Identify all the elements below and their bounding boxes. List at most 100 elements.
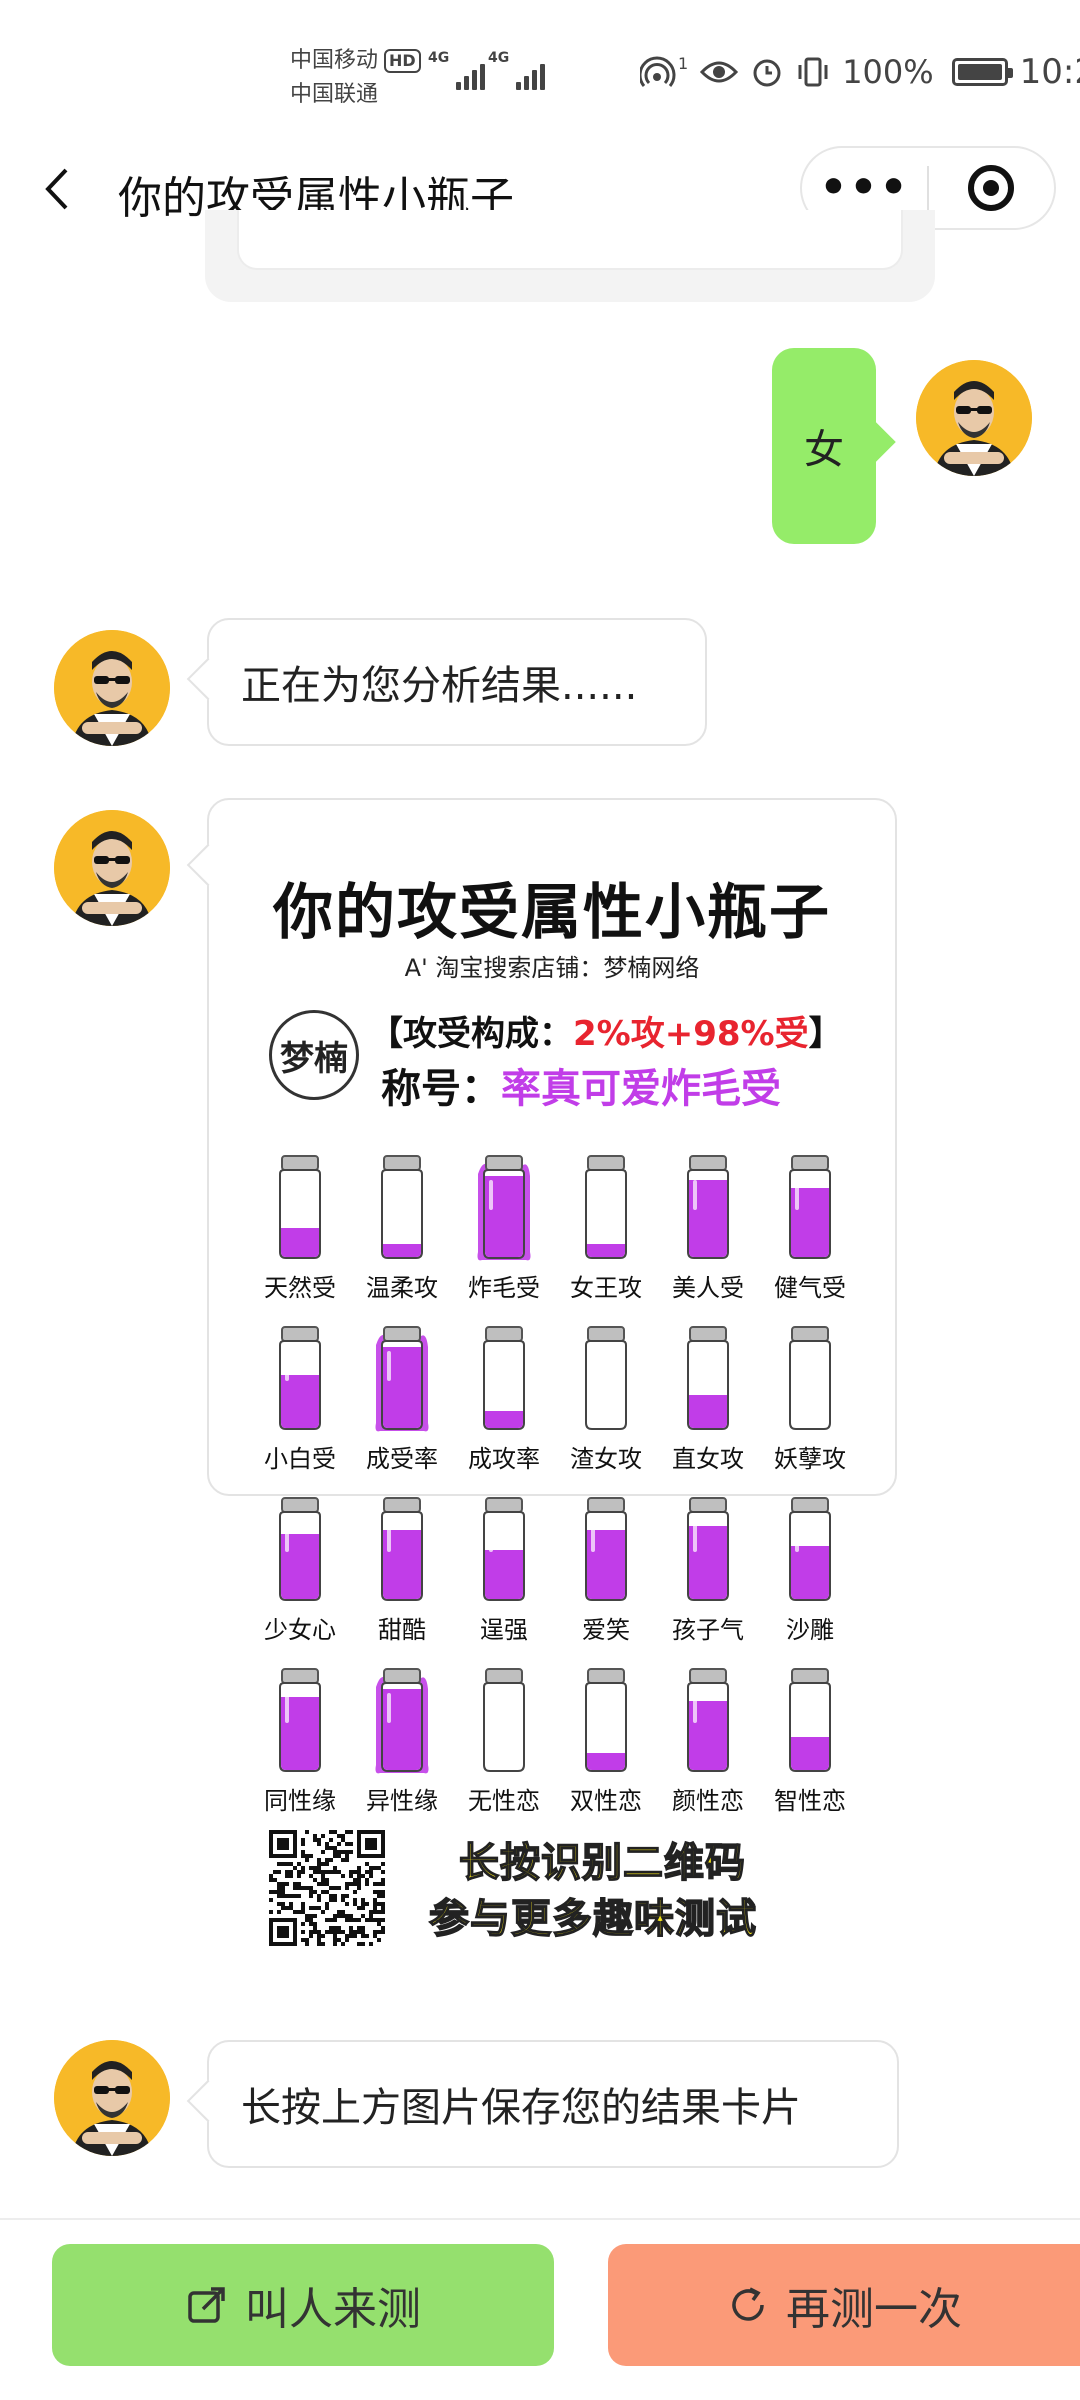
jar-label: 颜性恋 (672, 1787, 744, 1815)
bot-avatar[interactable] (54, 810, 170, 926)
jar-label: 甜酷 (378, 1616, 426, 1644)
jar-icon (279, 1668, 321, 1772)
more-dots-icon[interactable]: ••• (802, 166, 927, 210)
alarm-icon (753, 59, 781, 87)
jar-label: 双性恋 (570, 1787, 642, 1815)
composition-value: 2%攻+98%受 (573, 1014, 809, 1054)
jar-icon (789, 1668, 831, 1772)
jar-label: 健气受 (774, 1274, 846, 1302)
jar-label: 成受率 (366, 1445, 438, 1473)
refresh-icon (732, 2287, 764, 2321)
jar-item: 颜性恋 (657, 1665, 759, 1816)
bot-message-bubble: 正在为您分析结果...... (207, 618, 707, 746)
jar-item: 健气受 (759, 1152, 861, 1303)
jar-icon (789, 1155, 831, 1259)
jar-label: 逞强 (480, 1616, 528, 1644)
clock: 10:20 (1019, 52, 1080, 92)
jar-icon (585, 1155, 627, 1259)
jar-icon (381, 1497, 423, 1601)
jar-item: 爱笑 (555, 1494, 657, 1645)
bottom-divider (0, 2218, 1080, 2220)
bot-tip-bubble: 长按上方图片保存您的结果卡片 (207, 2040, 899, 2168)
jar-item: 成受率 (351, 1323, 453, 1474)
jar-item: 甜酷 (351, 1494, 453, 1645)
jar-icon (375, 1326, 429, 1432)
jar-label: 同性缘 (264, 1787, 336, 1815)
jar-icon (585, 1326, 627, 1430)
jar-icon (483, 1668, 525, 1772)
qr-code[interactable] (269, 1830, 385, 1946)
carrier-1: 中国移动 (290, 48, 379, 73)
jar-item: 无性恋 (453, 1665, 555, 1816)
jar-item: 天然受 (249, 1152, 351, 1303)
jar-icon (381, 1155, 423, 1259)
cta-line-2: 参与更多趣味测试 (428, 1895, 757, 1943)
nickname-line: 称号：率真可爱炸毛受 (381, 1066, 781, 1112)
user-message-text: 女 (804, 427, 844, 473)
jar-item: 异性缘 (351, 1665, 453, 1816)
battery-percent: 100% (842, 53, 934, 91)
signal-icon-2: 4G (488, 50, 545, 90)
battery-icon (951, 58, 1013, 86)
share-icon (188, 2287, 225, 2323)
share-button-label: 叫人来测 (245, 2284, 421, 2335)
hd-badge: HD (384, 49, 421, 73)
jar-item: 成攻率 (453, 1323, 555, 1474)
jar-item: 炸毛受 (453, 1152, 555, 1303)
cta-line-1: 长按识别二维码 (458, 1839, 746, 1887)
retry-button[interactable]: 再测一次 (608, 2244, 1080, 2366)
jar-label: 女王攻 (570, 1274, 642, 1302)
jar-label: 温柔攻 (366, 1274, 438, 1302)
hotspot-icon (640, 56, 676, 87)
jar-label: 直女攻 (672, 1445, 744, 1473)
jar-icon (483, 1497, 525, 1601)
jar-icon (477, 1155, 531, 1261)
jar-icon (585, 1497, 627, 1601)
eye-icon (700, 61, 739, 83)
jar-item: 温柔攻 (351, 1152, 453, 1303)
jar-label: 异性缘 (366, 1787, 438, 1815)
user-avatar[interactable] (916, 360, 1032, 476)
nickname-value: 率真可爱炸毛受 (501, 1066, 781, 1112)
card-title: 你的攻受属性小瓶子 (273, 878, 831, 948)
bot-tip-text: 长按上方图片保存您的结果卡片 (241, 2085, 801, 2131)
status-bar: 中国移动HD 中国联通 4G 4G 1 100% 10:20 (0, 0, 1080, 140)
jar-icon (279, 1155, 321, 1259)
jar-icon (687, 1497, 729, 1601)
jar-item: 小白受 (249, 1323, 351, 1474)
composition-line: 【攻受构成：2%攻+98%受】 (369, 1014, 843, 1054)
jar-icon (687, 1668, 729, 1772)
vibrate-icon (798, 57, 828, 87)
jar-label: 美人受 (672, 1274, 744, 1302)
jar-item: 孩子气 (657, 1494, 759, 1645)
bot-avatar[interactable] (54, 630, 170, 746)
jar-grid: 天然受 温柔攻 炸毛受 女王攻 美人受 健气受 小白受 成受率 成攻率 渣女攻 … (249, 1152, 861, 1816)
jar-label: 妖孽攻 (774, 1445, 846, 1473)
bot-avatar[interactable] (54, 2040, 170, 2156)
carrier-info: 中国移动 HD 中国联通 (290, 44, 421, 112)
close-icon[interactable] (929, 165, 1054, 211)
jar-item: 双性恋 (555, 1665, 657, 1816)
jar-item: 少女心 (249, 1494, 351, 1645)
jar-icon (789, 1497, 831, 1601)
carrier-2: 中国联通 (290, 82, 379, 107)
jar-icon (585, 1668, 627, 1772)
jar-label: 智性恋 (774, 1787, 846, 1815)
jar-label: 爱笑 (582, 1616, 630, 1644)
jar-icon (483, 1326, 525, 1430)
status-icons: 1 100% 10:20 (640, 52, 1080, 92)
jar-item: 直女攻 (657, 1323, 759, 1474)
jar-icon (279, 1326, 321, 1430)
jar-item: 美人受 (657, 1152, 759, 1303)
jar-item: 女王攻 (555, 1152, 657, 1303)
jar-icon (687, 1326, 729, 1430)
chevron-left-icon[interactable] (38, 164, 88, 214)
jar-label: 沙雕 (786, 1616, 834, 1644)
jar-item: 妖孽攻 (759, 1323, 861, 1474)
result-card-image[interactable]: 你的攻受属性小瓶子 A' 淘宝搜索店铺：梦楠网络 梦楠 【攻受构成：2%攻+98… (207, 798, 897, 1946)
jar-label: 孩子气 (672, 1616, 744, 1644)
bot-message-text: 正在为您分析结果...... (241, 663, 638, 709)
jar-icon (279, 1497, 321, 1601)
share-button[interactable]: 叫人来测 (52, 2244, 554, 2366)
user-message-bubble: 女 (772, 348, 876, 544)
